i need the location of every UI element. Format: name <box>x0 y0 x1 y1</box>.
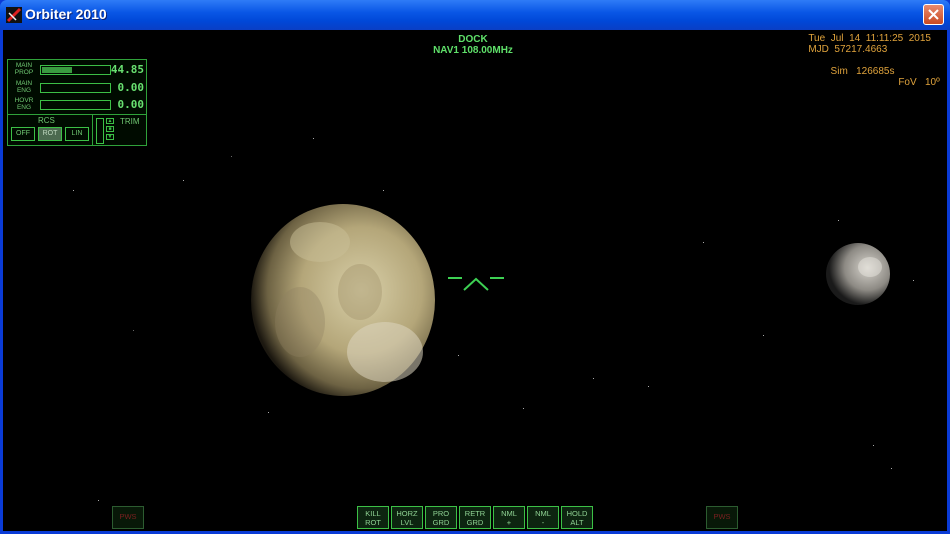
title-bar[interactable]: Orbiter 2010 <box>0 0 950 30</box>
panel-divider <box>8 114 146 115</box>
panel-divider <box>92 115 93 146</box>
space-viewport[interactable]: DOCK NAV1 108.00MHz Tue Jul 14 11:11:25 … <box>3 30 947 531</box>
pws-indicator-right: PWS <box>706 506 738 529</box>
rcs-off-button[interactable]: OFF <box>11 127 35 141</box>
engine-value: 0.00 <box>117 81 145 94</box>
trim-down-button[interactable]: ▼ <box>106 134 114 140</box>
date-readout: Tue Jul 14 11:11:25 2015 <box>808 33 931 44</box>
horz-lvl-button[interactable]: HORZ LVL <box>391 506 423 529</box>
prograde-button[interactable]: PRO GRD <box>425 506 457 529</box>
trim-mid-button[interactable]: ■ <box>106 126 114 132</box>
engine-value: 0.00 <box>117 98 145 111</box>
engine-value: 44.85 <box>110 63 144 76</box>
engine-row-hover-eng: HOVR ENG 0.00 <box>10 97 146 114</box>
engine-gauge-fill <box>42 67 72 73</box>
rcs-rot-button[interactable]: ROT <box>38 127 62 141</box>
trim-up-button[interactable]: ▲ <box>106 118 114 124</box>
normal-minus-button[interactable]: NML - <box>527 506 559 529</box>
close-button[interactable] <box>923 4 944 25</box>
trim-indicator <box>96 118 104 144</box>
mjd-readout: MJD 57217.4663 <box>808 44 888 55</box>
window-title: Orbiter 2010 <box>25 6 107 22</box>
kill-rot-button[interactable]: KILL ROT <box>357 506 389 529</box>
pws-indicator-left: PWS <box>112 506 144 529</box>
rcs-lin-button[interactable]: LIN <box>65 127 89 141</box>
planet-large <box>251 204 435 396</box>
engine-gauge <box>40 83 111 93</box>
engine-label: MAIN PROP <box>14 62 34 76</box>
normal-plus-button[interactable]: NML + <box>493 506 525 529</box>
rcs-label: RCS <box>38 116 55 125</box>
hold-alt-button[interactable]: HOLD ALT <box>561 506 593 529</box>
sim-time-readout: Sim 126685s <box>830 66 895 77</box>
orbiter-app-icon <box>6 7 22 23</box>
hud-velocity-marker <box>448 277 504 291</box>
engine-panel: MAIN PROP 44.85 MAIN ENG 0.00 HOVR ENG 0… <box>7 59 147 146</box>
engine-row-main-eng: MAIN ENG 0.00 <box>10 80 146 97</box>
engine-row-main-prop: MAIN PROP 44.85 <box>10 62 146 79</box>
sim-info-panel: Tue Jul 14 11:11:25 2015 MJD 57217.4663 … <box>808 33 939 88</box>
engine-gauge <box>40 65 111 75</box>
engine-gauge <box>40 100 111 110</box>
orbiter-window: Orbiter 2010 DOCK NAV1 108.00MHz Tue Jul… <box>0 0 950 534</box>
close-icon <box>928 9 939 20</box>
engine-label: HOVR ENG <box>14 97 34 111</box>
hud-mode-label: DOCK <box>458 34 488 45</box>
fov-readout: FoV 10º <box>898 77 940 88</box>
engine-label: MAIN ENG <box>15 80 33 94</box>
trim-label: TRIM <box>120 117 140 126</box>
hud-nav-readout: NAV1 108.00MHz <box>433 45 513 56</box>
retrograde-button[interactable]: RETR GRD <box>459 506 491 529</box>
moon-small <box>826 243 890 305</box>
